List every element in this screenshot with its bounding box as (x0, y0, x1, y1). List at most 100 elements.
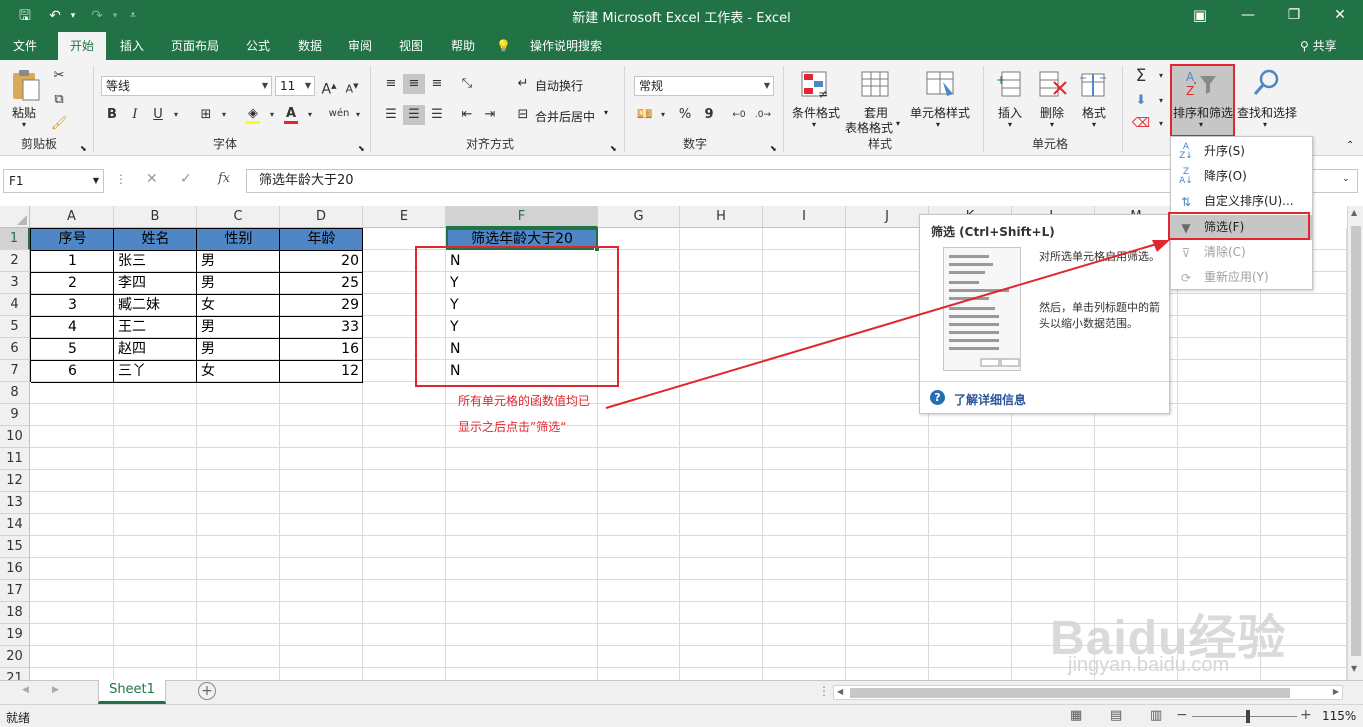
decrease-decimal-icon[interactable]: .0→ (752, 105, 774, 125)
cond-dropdown-icon[interactable]: ▾ (812, 120, 816, 129)
menu-custom-sort[interactable]: ⇅ 自定义排序(U)... (1171, 189, 1312, 214)
menu-clear[interactable]: ⊽ 清除(C) (1171, 240, 1312, 265)
cancel-icon[interactable]: ✕ (146, 171, 158, 187)
paste-label[interactable]: 粘贴 (12, 104, 36, 121)
autosum-dropdown-icon[interactable]: ▾ (1150, 66, 1172, 86)
bold-button[interactable]: B (101, 105, 123, 125)
cell-styles-icon[interactable] (925, 70, 957, 100)
percent-button[interactable]: % (674, 105, 696, 125)
delete-cells-icon[interactable] (1036, 70, 1068, 100)
normal-view-icon[interactable]: ▦ (1070, 708, 1082, 723)
scroll-right-icon[interactable]: ▶ (1333, 687, 1339, 696)
number-format-combo[interactable]: 常规 ▼ (634, 76, 774, 96)
insert-cells-button[interactable]: 插入 (998, 104, 1022, 121)
align-left-icon[interactable]: ☰ (380, 105, 402, 125)
clear-dropdown-icon[interactable]: ▾ (1150, 114, 1172, 134)
learn-more-link[interactable]: 了解详细信息 (954, 391, 1026, 408)
insert-cells-icon[interactable]: + (996, 70, 1026, 100)
table-format-label-2[interactable]: 表格格式 (845, 119, 893, 136)
tab-insert[interactable]: 插入 (110, 32, 154, 60)
page-layout-view-icon[interactable]: ▤ (1110, 708, 1122, 723)
delete-dropdown-icon[interactable]: ▾ (1050, 120, 1054, 129)
menu-sort-descending[interactable]: Z A↓ 降序(O) (1171, 164, 1312, 189)
conditional-format-icon[interactable]: ≠ (800, 70, 832, 100)
increase-decimal-icon[interactable]: ←0 (728, 105, 750, 125)
tab-formulas[interactable]: 公式 (236, 32, 280, 60)
close-button[interactable]: ✕ (1317, 0, 1363, 32)
align-center-icon[interactable]: ☰ (403, 105, 425, 125)
delete-cells-button[interactable]: 删除 (1040, 104, 1064, 121)
scroll-up-icon[interactable]: ▲ (1351, 208, 1357, 217)
increase-indent-icon[interactable]: ⇥ (479, 105, 501, 125)
next-sheet-icon[interactable]: ▶ (52, 685, 59, 695)
border-dropdown-icon[interactable]: ▾ (213, 105, 235, 125)
align-top-icon[interactable]: ≡ (380, 74, 402, 94)
fill-down-icon[interactable]: ⬇ (1130, 91, 1152, 111)
comma-button[interactable]: 9 (698, 105, 720, 125)
zoom-out-button[interactable]: − (1176, 707, 1188, 723)
autosum-icon[interactable]: Σ (1130, 66, 1152, 86)
ribbon-display-icon[interactable]: ▣ (1177, 0, 1223, 32)
insert-function-icon[interactable]: fx (218, 171, 230, 186)
currency-dropdown-icon[interactable]: ▾ (652, 105, 674, 125)
vertical-scroll-thumb[interactable] (1351, 226, 1361, 656)
zoom-slider[interactable] (1192, 716, 1297, 717)
wrap-text-icon[interactable]: ↵ (512, 74, 534, 94)
menu-sort-ascending[interactable]: A Z↓ 升序(S) (1171, 139, 1312, 164)
grow-font-button[interactable]: A▲ (318, 76, 340, 98)
cell-styles-dropdown-icon[interactable]: ▾ (936, 120, 940, 129)
menu-reapply[interactable]: ⟳ 重新应用(Y) (1171, 265, 1312, 290)
tab-help[interactable]: 帮助 (441, 32, 485, 60)
cut-icon[interactable]: ✂ (48, 66, 70, 86)
font-name-combo[interactable]: 等线 ▼ (101, 76, 272, 96)
scroll-down-icon[interactable]: ▼ (1351, 664, 1357, 673)
add-sheet-icon[interactable]: + (198, 682, 216, 700)
tab-file[interactable]: 文件 (3, 32, 47, 60)
shrink-font-button[interactable]: A▼ (341, 76, 363, 96)
tab-view[interactable]: 视图 (389, 32, 433, 60)
zoom-level[interactable]: 115% (1322, 709, 1356, 723)
tab-review[interactable]: 审阅 (338, 32, 382, 60)
enter-icon[interactable]: ✓ (180, 171, 192, 187)
italic-button[interactable]: I (124, 105, 146, 125)
table-format-dropdown-icon[interactable]: ▾ (896, 119, 900, 128)
clipboard-launcher-icon[interactable]: ⬊ (80, 144, 87, 153)
scroll-left-icon[interactable]: ◀ (837, 687, 843, 696)
name-box[interactable]: F1 ▼ (3, 169, 104, 193)
font-size-combo[interactable]: 11 ▼ (275, 76, 315, 96)
format-cells-button[interactable]: 格式 (1082, 104, 1106, 121)
underline-dropdown-icon[interactable]: ▾ (165, 105, 187, 125)
paste-dropdown-icon[interactable]: ▾ (22, 120, 26, 129)
horizontal-scroll-thumb[interactable] (850, 688, 1290, 698)
tab-home[interactable]: 开始 (58, 32, 107, 60)
format-dropdown-icon[interactable]: ▾ (1092, 120, 1096, 129)
minimize-button[interactable]: — (1225, 0, 1271, 32)
tell-me-search[interactable]: 操作说明搜索 (520, 32, 612, 60)
align-middle-icon[interactable]: ≡ (403, 74, 425, 94)
decrease-indent-icon[interactable]: ⇤ (456, 105, 478, 125)
page-break-view-icon[interactable]: ▥ (1150, 708, 1162, 723)
format-painter-icon[interactable]: 🖌 (48, 114, 70, 134)
orientation-icon[interactable]: ⤡ (456, 74, 478, 94)
merge-center-button[interactable]: 合并后居中 (535, 108, 595, 125)
paste-icon[interactable] (10, 68, 42, 102)
prev-sheet-icon[interactable]: ◀ (22, 685, 29, 695)
zoom-in-button[interactable]: + (1300, 707, 1312, 723)
horizontal-scrollbar[interactable]: ◀ ▶ (833, 685, 1343, 700)
align-bottom-icon[interactable]: ≡ (426, 74, 448, 94)
tab-split-icon[interactable]: ⋮ (818, 684, 830, 698)
merge-icon[interactable]: ⊟ (512, 105, 534, 125)
expand-formula-icon[interactable]: ⌄ (1342, 174, 1350, 184)
number-launcher-icon[interactable]: ⬊ (770, 144, 777, 153)
table-format-icon[interactable] (860, 70, 892, 100)
fill-dropdown-icon-2[interactable]: ▾ (1150, 91, 1172, 111)
conditional-format-button[interactable]: 条件格式 (792, 104, 840, 121)
sheet-tab-sheet1[interactable]: Sheet1 (98, 680, 166, 704)
find-select-button[interactable]: 查找和选择 (1237, 104, 1297, 121)
collapse-ribbon-icon[interactable]: ⌃ (1346, 140, 1354, 151)
share-button[interactable]: ⚲ 共享 (1290, 32, 1347, 60)
tab-data[interactable]: 数据 (288, 32, 332, 60)
insert-dropdown-icon[interactable]: ▾ (1008, 120, 1012, 129)
zoom-slider-thumb[interactable] (1246, 710, 1250, 723)
find-dropdown-icon[interactable]: ▾ (1263, 120, 1267, 129)
